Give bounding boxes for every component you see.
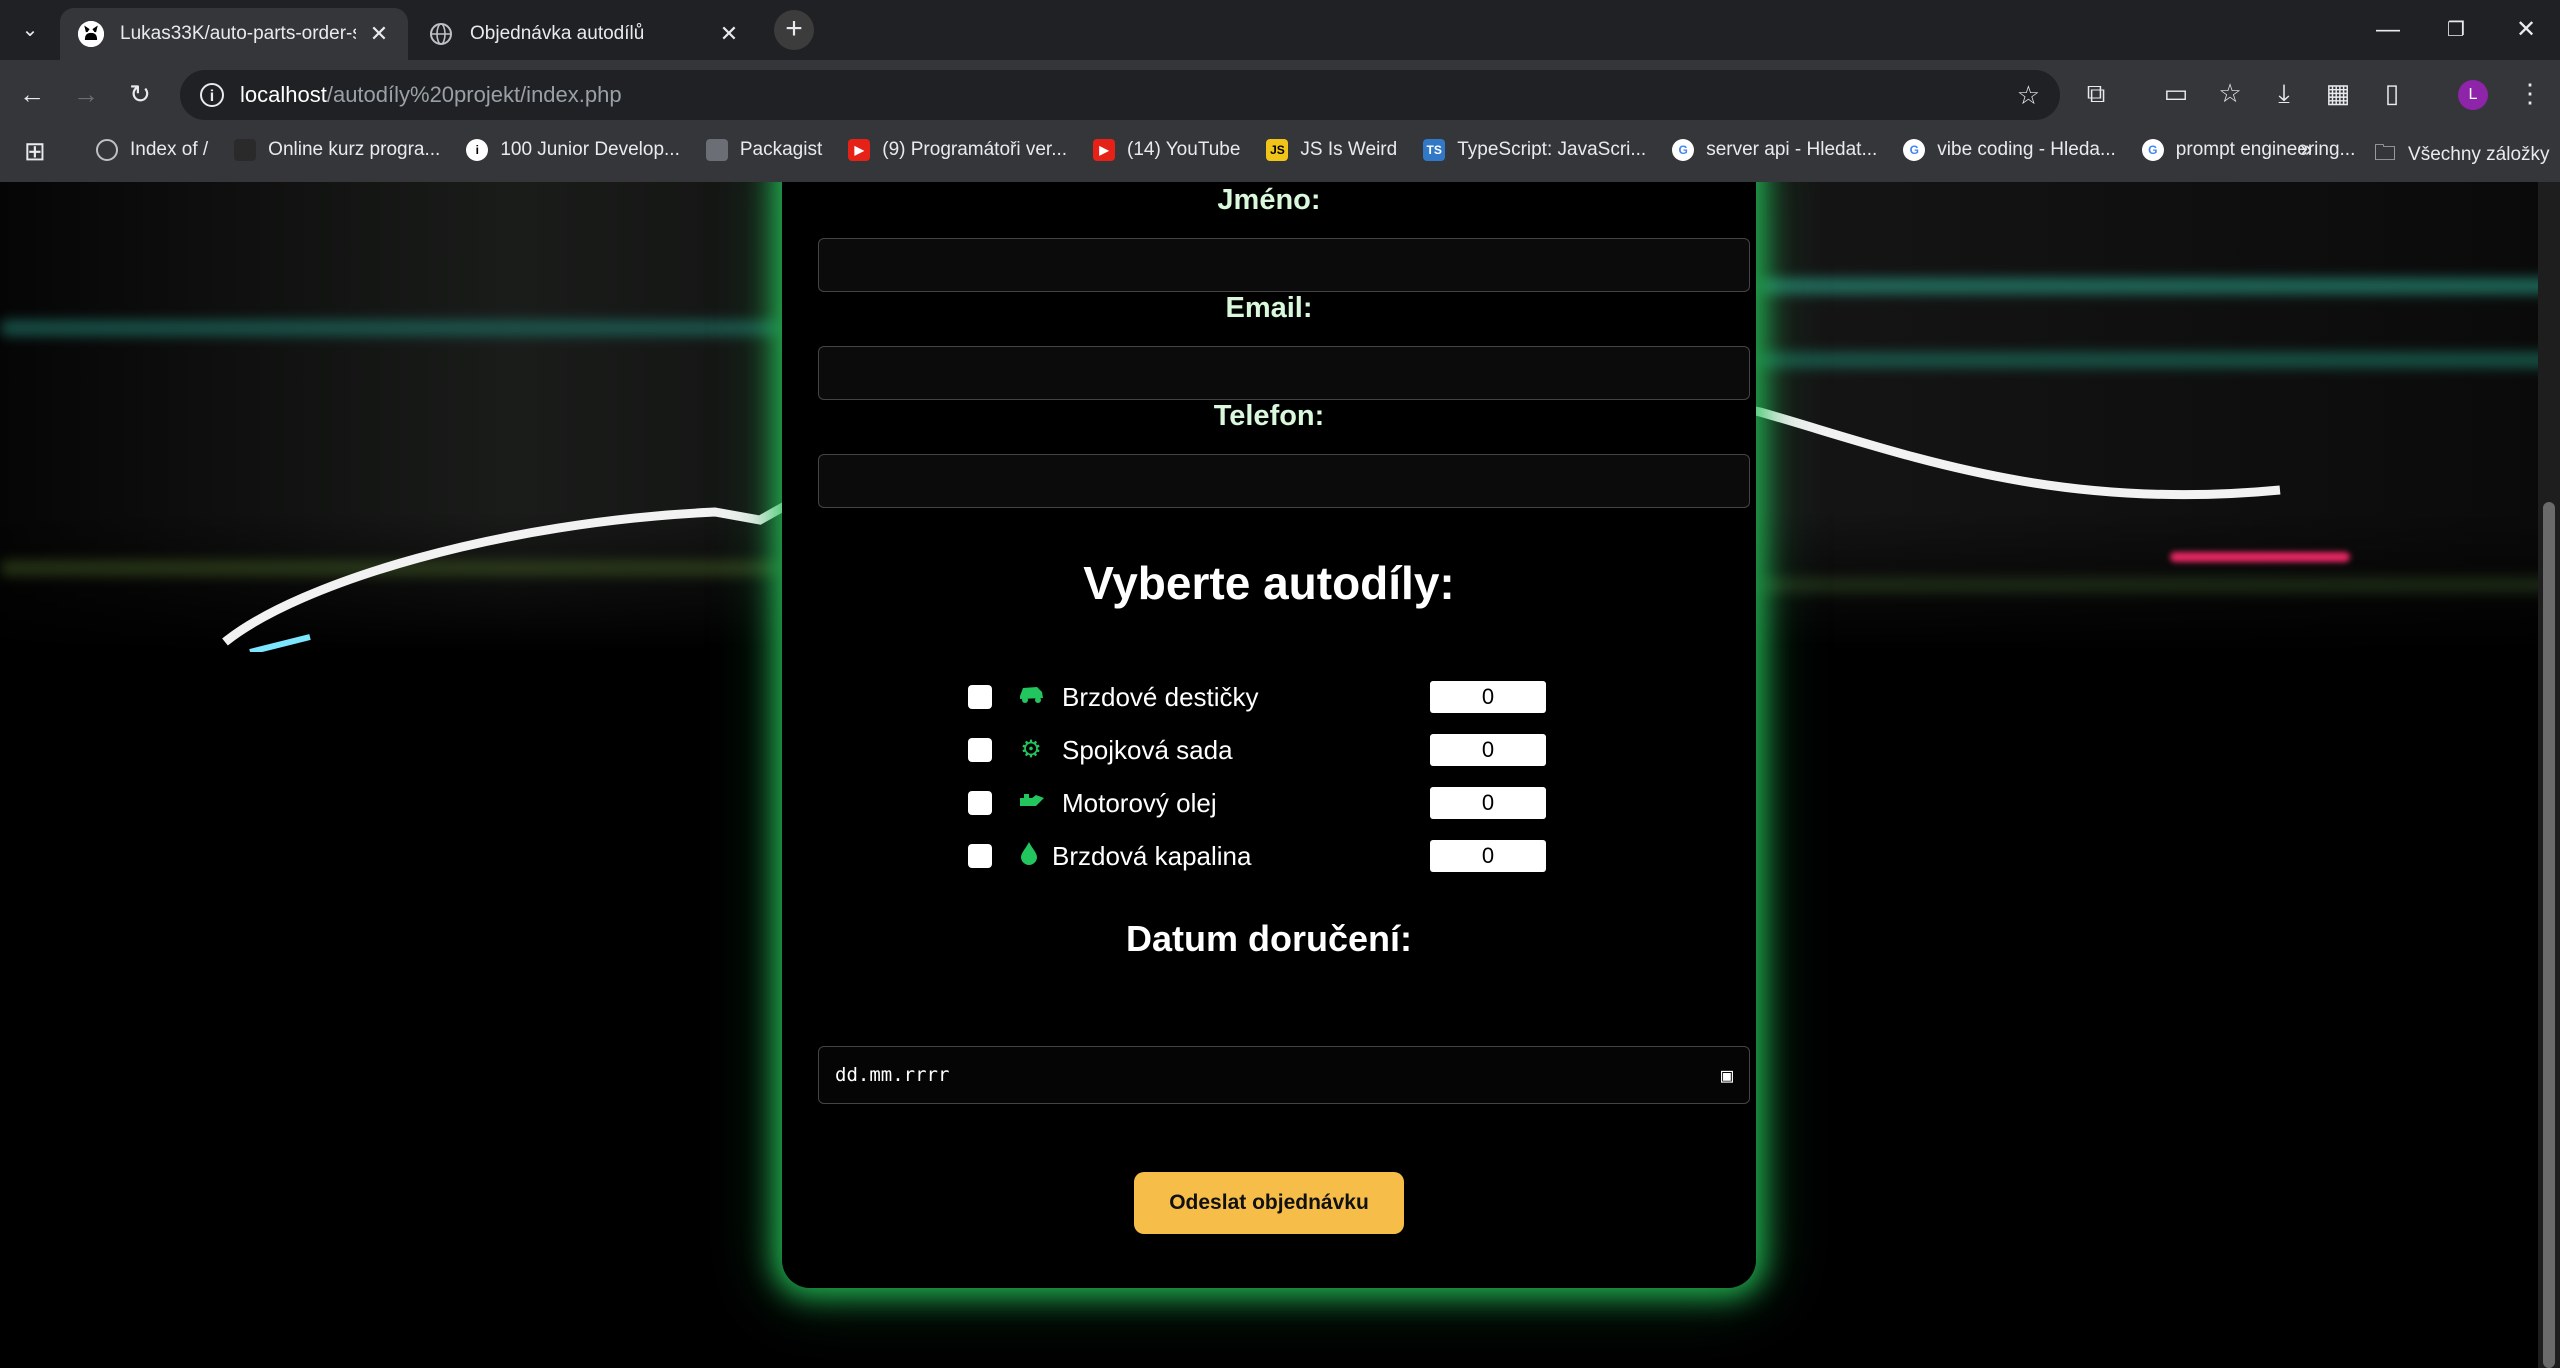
menu-kebab-icon[interactable]: ⋮ xyxy=(2512,78,2548,109)
quantity-input[interactable]: 0 xyxy=(1430,787,1546,819)
gears-icon: ⚙ xyxy=(1020,736,1042,763)
back-arrow-icon[interactable]: ← xyxy=(12,74,52,114)
email-input[interactable] xyxy=(818,346,1750,400)
name-label: Jméno: xyxy=(1217,184,1321,216)
part-name: Spojková sada xyxy=(1062,734,1233,765)
quantity-input[interactable]: 0 xyxy=(1430,681,1546,713)
name-input[interactable] xyxy=(818,238,1750,292)
phone-input[interactable] xyxy=(818,454,1750,508)
quantity-input[interactable]: 0 xyxy=(1430,734,1546,766)
email-label: Email: xyxy=(1225,292,1313,324)
part-name: Brzdová kapalina xyxy=(1052,840,1252,871)
part-row: Motorový olej 0 xyxy=(968,785,1568,821)
bookmark-item[interactable]: Index of / xyxy=(96,139,208,161)
google-icon: G xyxy=(1903,139,1926,161)
tab-strip: ⌄ Lukas33K/auto-parts-order-syst ✕ Objed… xyxy=(0,0,2560,60)
droplet-icon xyxy=(1016,841,1042,871)
bookmark-item[interactable]: Online kurz progra... xyxy=(234,139,440,161)
close-window-icon[interactable]: ✕ xyxy=(2506,10,2546,50)
restore-icon[interactable]: ❐ xyxy=(2436,10,2476,50)
more-bookmarks-icon[interactable]: » xyxy=(2300,136,2312,162)
oil-can-icon xyxy=(1016,788,1046,818)
tab-search-chevron-icon[interactable]: ⌄ xyxy=(14,14,46,46)
js-icon: JS xyxy=(1266,139,1289,161)
all-bookmarks-folder[interactable]: 🗀 Všechny záložky xyxy=(2374,136,2550,174)
delivery-date-input[interactable]: dd.mm.rrrr ▣ xyxy=(818,1046,1750,1104)
scrollbar-thumb[interactable] xyxy=(2543,502,2555,1368)
google-icon: G xyxy=(2141,139,2164,161)
reading-list-icon[interactable]: ▯ xyxy=(2374,78,2410,109)
youtube-icon: ▶ xyxy=(1093,139,1116,161)
tab-github[interactable]: Lukas33K/auto-parts-order-syst ✕ xyxy=(60,8,408,60)
bookmark-item[interactable]: ▶ (14) YouTube xyxy=(1093,139,1240,161)
bookmark-item[interactable]: ▶ (9) Programátoři ver... xyxy=(848,139,1067,161)
apps-grid-icon[interactable]: ⊞ xyxy=(24,136,46,167)
bookmark-item[interactable]: Gvibe coding - Hleda... xyxy=(1903,139,2116,161)
forward-arrow-icon[interactable]: → xyxy=(66,74,106,114)
page-scrollbar[interactable] xyxy=(2538,182,2560,1368)
google-icon: G xyxy=(1672,139,1695,161)
youtube-icon: ▶ xyxy=(848,139,871,161)
bookmark-item[interactable]: Gserver api - Hledat... xyxy=(1672,139,1877,161)
part-checkbox[interactable] xyxy=(968,738,992,762)
tab-title: Objednávka autodílů xyxy=(470,23,645,44)
packagist-icon xyxy=(705,139,728,161)
car-icon xyxy=(1016,682,1046,712)
minimize-icon[interactable]: — xyxy=(2368,10,2408,50)
profile-avatar[interactable]: L xyxy=(2458,80,2488,110)
submit-order-button[interactable]: Odeslat objednávku xyxy=(1134,1172,1404,1234)
bookmark-item[interactable]: TS TypeScript: JavaScri... xyxy=(1423,139,1646,161)
date-placeholder: dd.mm.rrrr xyxy=(835,1064,950,1086)
bookmark-star-icon[interactable]: ☆ xyxy=(2017,80,2040,111)
address-bar[interactable]: i localhost /autodíly%20projekt/index.ph… xyxy=(180,70,2060,120)
quantity-input[interactable]: 0 xyxy=(1430,840,1546,872)
new-tab-button[interactable]: + xyxy=(774,10,814,50)
reload-icon[interactable]: ↻ xyxy=(120,74,160,114)
parts-heading: Vyberte autodíly: xyxy=(1083,557,1455,609)
folder-icon: 🗀 xyxy=(2374,140,2397,165)
page-viewport: Jméno: Email: Telefon: Vyberte autodíly:… xyxy=(0,182,2560,1368)
github-icon xyxy=(78,21,104,47)
bookmarks-bar: ⊞ Index of / Online kurz progra... i 100 … xyxy=(0,130,2560,170)
bookmark-item[interactable]: Gprompt engineering... xyxy=(2141,139,2355,161)
phone-label: Telefon: xyxy=(1213,400,1325,432)
delivery-date-heading: Datum doručení: xyxy=(1125,918,1412,959)
bookmark-item[interactable]: i 100 Junior Develop... xyxy=(466,139,680,161)
bookmark-item[interactable]: Packagist xyxy=(705,139,822,161)
payment-card-icon[interactable]: ▭ xyxy=(2158,78,2194,109)
browser-toolbar: ← → ↻ i localhost /autodíly%20projekt/in… xyxy=(0,60,2560,183)
typescript-icon: TS xyxy=(1423,139,1446,161)
part-checkbox[interactable] xyxy=(968,791,992,815)
part-row: Brzdové destičky 0 xyxy=(968,679,1568,715)
tab-title: Lukas33K/auto-parts-order-syst xyxy=(120,23,356,44)
part-row: ⚙ Spojková sada 0 xyxy=(968,732,1568,768)
extensions-icon[interactable]: ⧉ xyxy=(2078,78,2114,110)
close-tab-icon[interactable]: ✕ xyxy=(718,21,740,47)
bookmark-item[interactable]: JS JS Is Weird xyxy=(1266,139,1397,161)
globe-icon xyxy=(96,139,118,161)
part-name: Motorový olej xyxy=(1062,787,1217,818)
tab-groups-icon[interactable]: ▦ xyxy=(2320,78,2356,109)
globe-icon xyxy=(428,21,454,47)
info-circle-icon: i xyxy=(466,139,489,161)
url-host: localhost xyxy=(240,82,327,107)
tab-order-page[interactable]: Objednávka autodílů ✕ xyxy=(410,8,758,60)
bookmark-favicon-icon xyxy=(234,139,257,161)
download-icon[interactable]: ⤓ xyxy=(2266,78,2302,110)
part-checkbox[interactable] xyxy=(968,844,992,868)
close-tab-icon[interactable]: ✕ xyxy=(368,21,390,47)
favorites-icon[interactable]: ☆ xyxy=(2212,78,2248,109)
part-row: Brzdová kapalina 0 xyxy=(968,838,1568,874)
order-form-card: Jméno: Email: Telefon: Vyberte autodíly:… xyxy=(782,182,1756,1288)
part-checkbox[interactable] xyxy=(968,685,992,709)
calendar-icon[interactable]: ▣ xyxy=(1721,1063,1733,1087)
url-path: /autodíly%20projekt/index.php xyxy=(326,82,622,107)
site-info-icon[interactable]: i xyxy=(200,83,224,107)
part-name: Brzdové destičky xyxy=(1062,681,1259,712)
